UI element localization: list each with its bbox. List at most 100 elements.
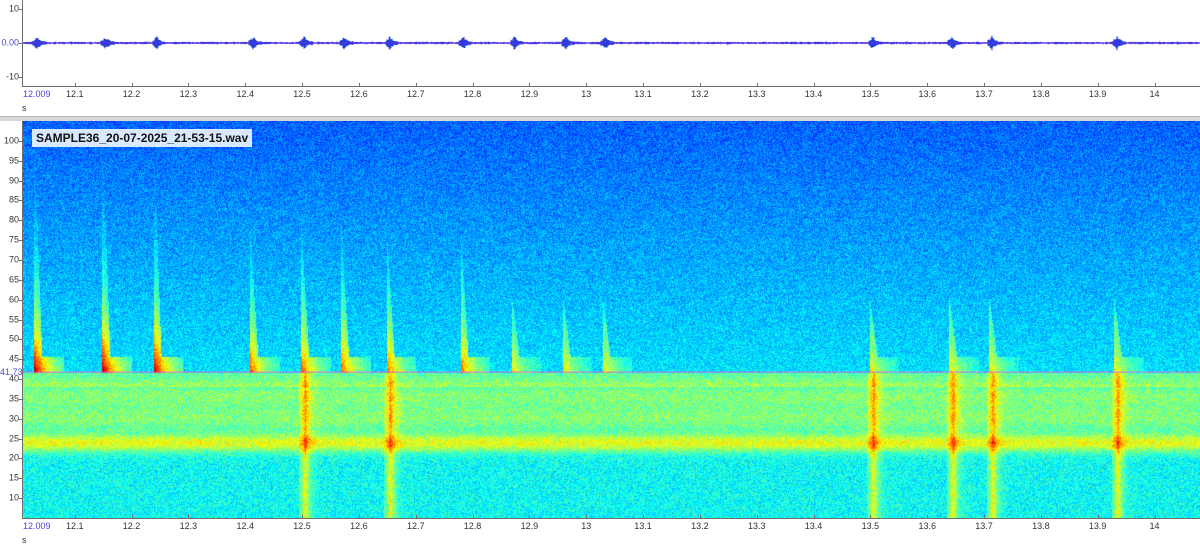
time-tick-label: 12.4 [236, 89, 254, 99]
freq-tick [19, 359, 22, 361]
time-tick-label: 13.2 [691, 89, 709, 99]
time-tick [1154, 83, 1156, 87]
freq-tick-label: 20 [8, 452, 19, 463]
freq-tick [19, 259, 22, 261]
time-tick-label: 12.6 [350, 89, 368, 99]
spectrogram-time-axis [22, 518, 1200, 519]
time-tick-label: 12.5 [293, 89, 311, 99]
time-tick-label: 13.7 [975, 89, 993, 99]
time-tick [813, 515, 815, 519]
freq-tick-label: 10 [8, 492, 19, 503]
time-tick [699, 515, 701, 519]
waveform-y-tick [19, 43, 22, 44]
freq-tick [19, 438, 22, 440]
time-tick [131, 83, 133, 87]
time-tick-label: 12.5 [293, 521, 311, 531]
freq-tick-label: 75 [8, 234, 19, 245]
time-tick [813, 83, 815, 87]
time-tick [358, 515, 360, 519]
freq-tick [19, 418, 22, 420]
time-tick-label: 12.3 [179, 521, 198, 531]
time-tick [188, 515, 190, 519]
time-tick [643, 515, 645, 519]
time-tick [984, 515, 986, 519]
frequency-cursor-label: 41.73 [0, 367, 23, 378]
freq-tick [19, 279, 22, 281]
freq-tick-label: 35 [8, 393, 19, 404]
time-tick-label: 13.2 [691, 521, 709, 531]
freq-tick [19, 398, 22, 400]
waveform-y-tick [19, 8, 22, 10]
time-tick [1097, 515, 1099, 519]
time-tick-label: 13 [581, 89, 592, 99]
spectrogram-freq-axis [22, 121, 23, 518]
freq-tick [19, 200, 22, 202]
time-tick [472, 83, 474, 87]
time-tick-label: 13.6 [918, 521, 936, 531]
time-tick [870, 515, 872, 519]
waveform-y-tick [19, 77, 22, 79]
freq-tick [19, 379, 22, 381]
time-tick [529, 515, 531, 519]
time-tick-label: 12.1 [65, 89, 84, 99]
freq-tick [19, 240, 22, 242]
freq-tick-label: 90 [8, 175, 19, 186]
time-tick [1040, 515, 1042, 519]
waveform-y-label: -10 [5, 71, 19, 82]
time-tick-label: 12.9 [520, 521, 539, 531]
time-tick [302, 515, 304, 519]
time-start-label: 12.009 [23, 521, 51, 531]
time-tick-label: 12.7 [406, 521, 425, 531]
time-tick [1040, 83, 1042, 87]
time-tick-label: 12.3 [179, 89, 198, 99]
freq-tick-label: 80 [8, 214, 19, 225]
freq-tick [19, 180, 22, 182]
time-tick [586, 83, 588, 87]
freq-tick-label: 100 [3, 135, 19, 146]
spectrogram-plot[interactable] [23, 121, 1200, 518]
spectrogram-time-unit: s [22, 535, 27, 545]
freq-tick-label: 95 [8, 155, 19, 166]
time-tick-label: 12.4 [236, 521, 254, 531]
time-tick [415, 83, 417, 87]
time-tick [74, 83, 76, 87]
time-tick-label: 12.2 [122, 521, 141, 531]
freq-tick-label: 70 [8, 254, 19, 265]
waveform-panel[interactable]: 10 0.00 -10 12.009 12.1 12.2 12.3 12.4 12.5 12.6… [0, 0, 1200, 116]
waveform-plot[interactable] [23, 0, 1200, 86]
time-tick-label: 13.5 [861, 89, 880, 99]
freq-tick [19, 220, 22, 222]
freq-tick [19, 299, 22, 301]
time-tick-label: 12.6 [350, 521, 368, 531]
time-tick [586, 515, 588, 519]
waveform-y-label: 10 [8, 3, 19, 14]
time-tick [1154, 515, 1156, 519]
freq-tick-label: 55 [8, 314, 19, 324]
time-tick-label: 13.4 [804, 89, 823, 99]
freq-tick [19, 458, 22, 460]
time-tick [984, 83, 986, 87]
time-tick [131, 515, 133, 519]
time-tick-label: 13.4 [804, 521, 823, 531]
freq-tick [19, 478, 22, 480]
time-tick-label: 13.8 [1032, 89, 1050, 99]
time-tick [643, 83, 645, 87]
time-tick [699, 83, 701, 87]
time-tick [472, 515, 474, 519]
time-tick [756, 83, 758, 87]
spectrogram-panel[interactable]: 100 95 90 85 80 75 70 65 60 55 50 45 40 35 30 25 20 15 10 … [0, 121, 1200, 549]
freq-tick-label: 65 [8, 274, 19, 285]
freq-tick [19, 319, 22, 321]
freq-tick [19, 160, 22, 162]
time-tick-label: 12.8 [463, 521, 482, 531]
time-tick-label: 12.1 [65, 521, 84, 531]
time-tick [245, 515, 247, 519]
time-tick [358, 83, 360, 87]
time-tick-label: 13.1 [634, 89, 652, 99]
freq-tick-label: 85 [8, 194, 19, 205]
waveform-time-unit: s [22, 103, 27, 113]
time-start-label: 12.009 [23, 89, 51, 99]
time-tick-label: 13.6 [918, 89, 936, 99]
time-tick-label: 13.5 [861, 521, 880, 531]
freq-tick-label: 45 [8, 353, 19, 364]
